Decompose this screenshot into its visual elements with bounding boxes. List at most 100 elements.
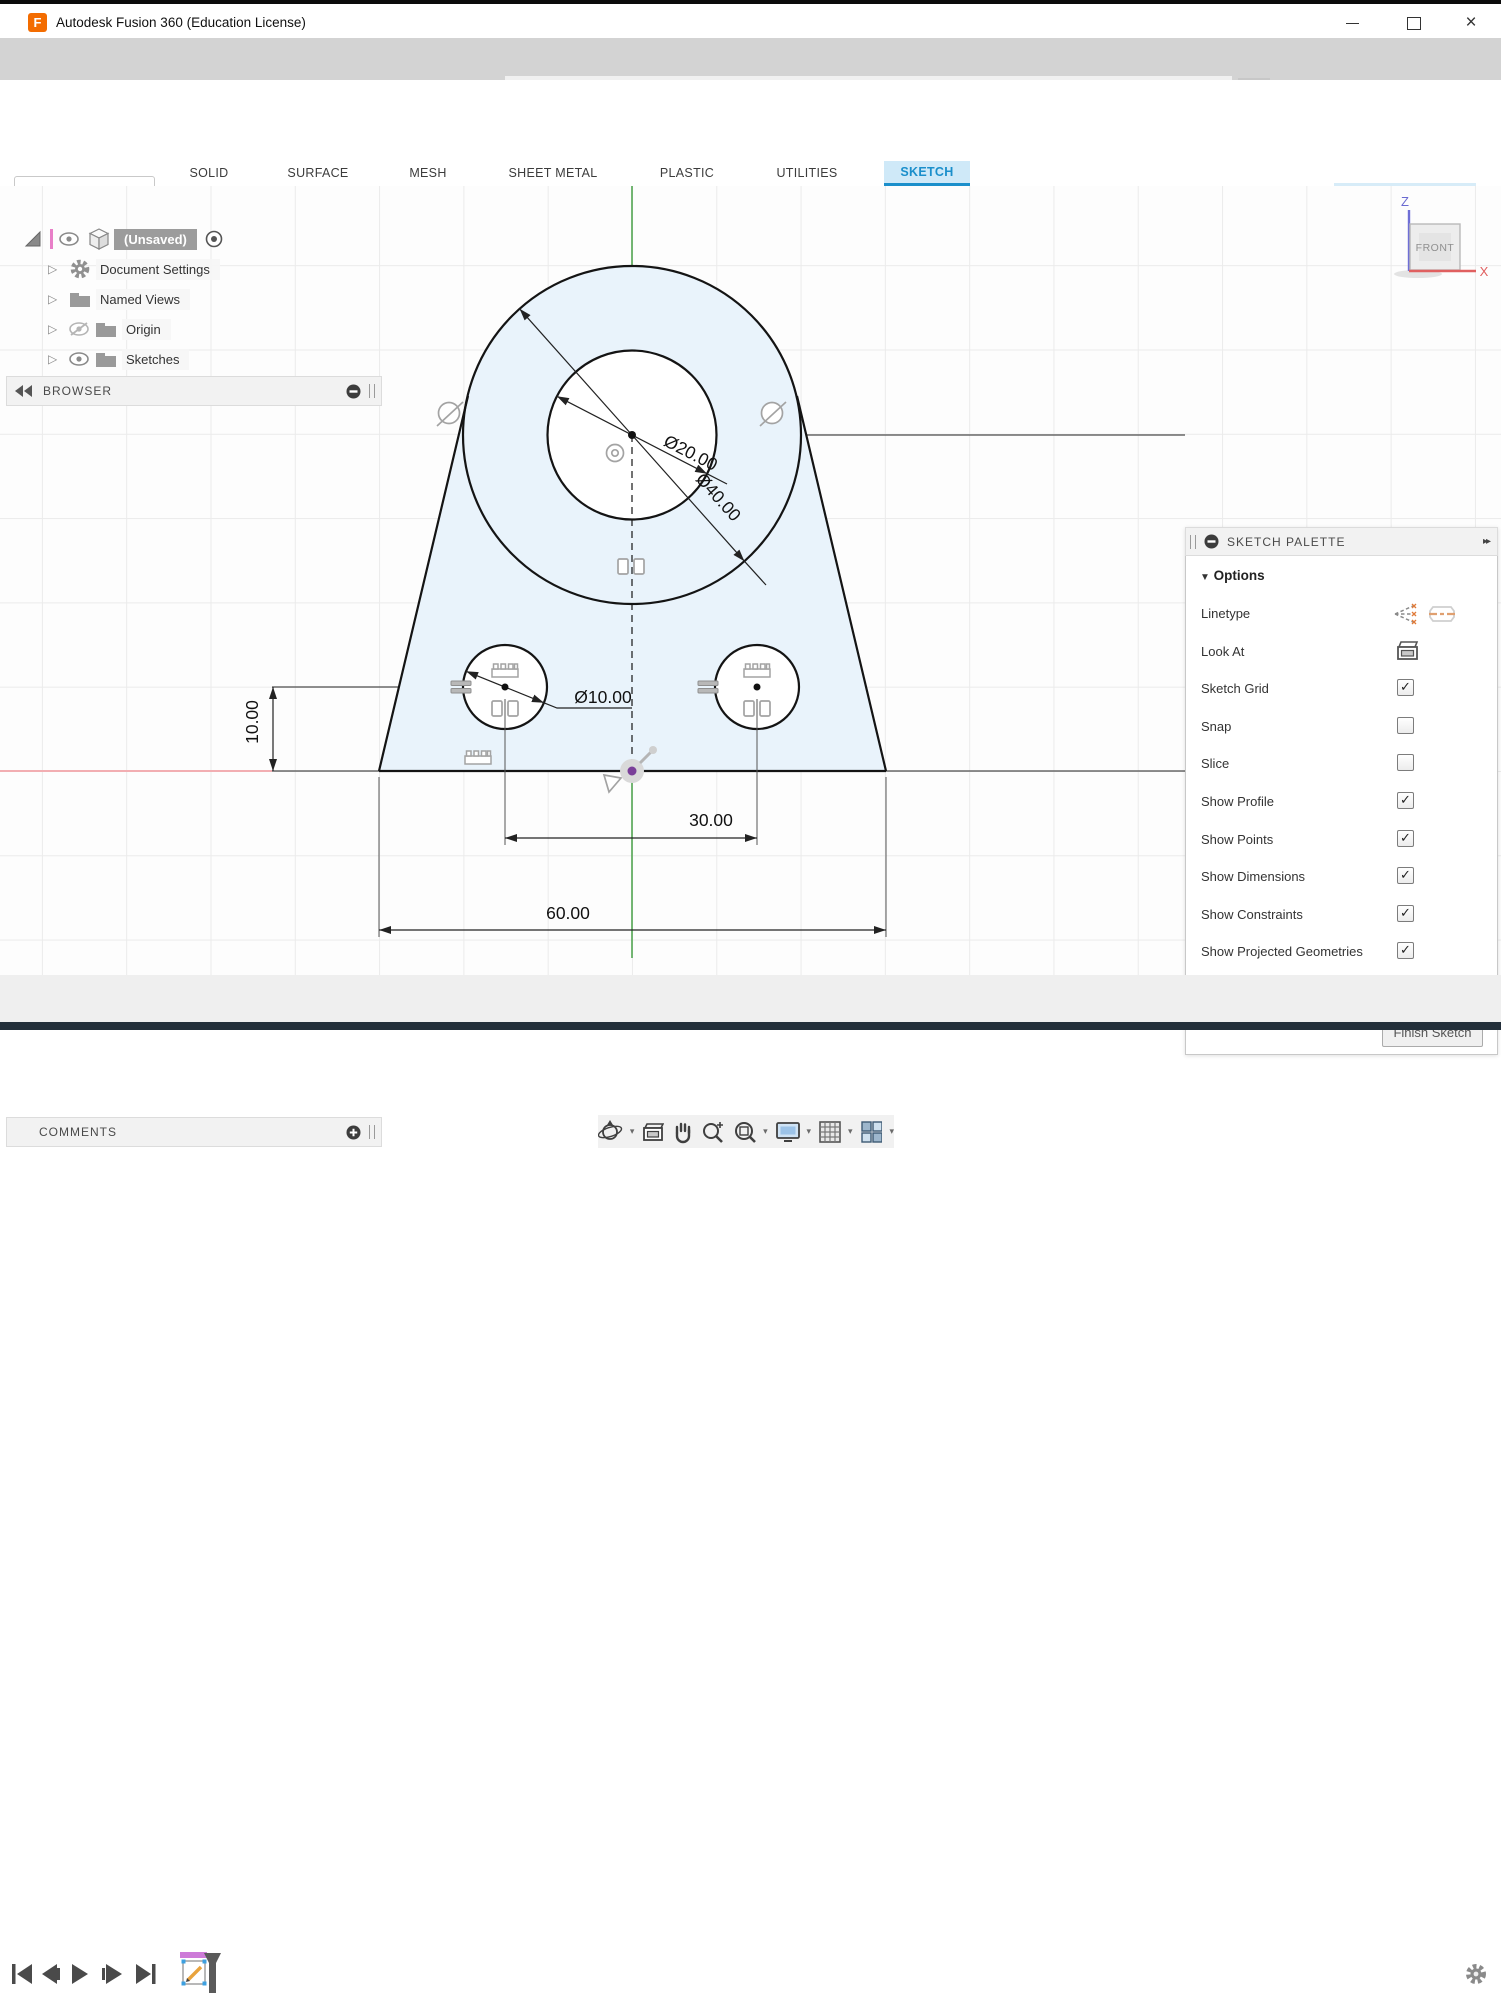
comments-drag-grip[interactable] bbox=[369, 1125, 375, 1139]
horizontal-glyph bbox=[492, 664, 518, 677]
window-title: Autodesk Fusion 360 (Education License) bbox=[56, 15, 306, 30]
options-section-header[interactable]: ▼ Options bbox=[1200, 568, 1265, 583]
viewports-dropdown[interactable]: ▾ bbox=[889, 1126, 894, 1137]
row-label: Linetype bbox=[1201, 606, 1250, 621]
tab-sheet-metal[interactable]: SHEET METAL bbox=[509, 166, 598, 180]
close-button[interactable]: × bbox=[1462, 14, 1480, 32]
fit-dropdown[interactable]: ▾ bbox=[763, 1126, 768, 1137]
look-at-icon[interactable] bbox=[641, 1121, 664, 1143]
gear-icon bbox=[70, 259, 90, 279]
ribbon-toolbar: SOLID SURFACE MESH SHEET METAL PLASTIC U… bbox=[0, 80, 1501, 187]
folder-icon bbox=[69, 290, 91, 308]
step-forward-icon[interactable] bbox=[102, 1964, 122, 1984]
tab-mesh[interactable]: MESH bbox=[409, 166, 446, 180]
viewcube-face-label[interactable]: FRONT bbox=[1416, 242, 1455, 254]
go-to-start-icon[interactable] bbox=[12, 1964, 32, 1984]
expand-arrow-icon[interactable]: ▷ bbox=[48, 352, 64, 366]
browser-item-label: Document Settings bbox=[96, 259, 220, 280]
slice-checkbox[interactable] bbox=[1397, 754, 1414, 771]
construction-linetype-icon[interactable] bbox=[1391, 602, 1419, 626]
palette-minimize-icon[interactable] bbox=[1204, 534, 1219, 549]
timeline-sketch-feature[interactable] bbox=[178, 1951, 224, 1997]
palette-expand-icon[interactable]: ▸▸ bbox=[1483, 536, 1489, 547]
browser-item-sketches[interactable]: ▷ Sketches bbox=[48, 347, 189, 371]
display-settings-icon[interactable] bbox=[775, 1120, 800, 1144]
view-cube[interactable]: Z FRONT X bbox=[1390, 192, 1500, 292]
minimize-button[interactable] bbox=[1344, 14, 1362, 32]
timeline-bar bbox=[0, 975, 1501, 1022]
expand-arrow-icon[interactable]: ▷ bbox=[48, 322, 64, 336]
tab-sketch-active[interactable]: SKETCH bbox=[884, 161, 970, 183]
horizontal-glyph bbox=[465, 751, 491, 764]
browser-drag-grip[interactable] bbox=[369, 384, 375, 398]
orbit-icon[interactable] bbox=[598, 1120, 623, 1144]
timeline-playhead[interactable] bbox=[204, 1953, 221, 1993]
dim-hole-spacing[interactable]: 30.00 bbox=[689, 810, 733, 830]
centerline-linetype-icon[interactable] bbox=[1427, 602, 1457, 626]
row-label: Sketch Grid bbox=[1201, 681, 1269, 696]
grid-and-snaps-dropdown[interactable]: ▾ bbox=[848, 1126, 853, 1137]
look-at-icon[interactable] bbox=[1394, 639, 1420, 663]
palette-drag-grip[interactable] bbox=[1190, 535, 1196, 549]
visibility-off-eye-icon[interactable] bbox=[68, 321, 90, 337]
display-settings-dropdown[interactable]: ▾ bbox=[807, 1126, 812, 1137]
snap-checkbox[interactable] bbox=[1397, 717, 1414, 734]
document-name-label[interactable]: (Unsaved) bbox=[114, 229, 197, 250]
row-label: Show Constraints bbox=[1201, 907, 1303, 922]
timeline-settings-gear-icon[interactable] bbox=[1465, 1963, 1487, 1985]
row-label: Show Profile bbox=[1201, 794, 1274, 809]
browser-item-document-settings[interactable]: ▷ Document Settings bbox=[48, 257, 220, 281]
tab-solid[interactable]: SOLID bbox=[189, 166, 228, 180]
show-dimensions-checkbox[interactable] bbox=[1397, 867, 1414, 884]
viewports-icon[interactable] bbox=[860, 1120, 883, 1144]
visibility-eye-icon[interactable] bbox=[68, 351, 90, 367]
browser-root-row[interactable]: (Unsaved) bbox=[24, 227, 223, 251]
browser-title: BROWSER bbox=[43, 384, 112, 398]
row-label: Snap bbox=[1201, 719, 1231, 734]
play-icon[interactable] bbox=[72, 1964, 88, 1984]
dim-base-width[interactable]: 60.00 bbox=[546, 903, 590, 923]
dim-hole-diameter[interactable]: Ø10.00 bbox=[574, 687, 632, 707]
midpoint-glyph bbox=[604, 775, 621, 792]
palette-row-show-projected: Show Projected Geometries bbox=[1186, 942, 1497, 964]
fit-icon[interactable] bbox=[733, 1120, 756, 1144]
browser-item-label: Named Views bbox=[96, 289, 190, 310]
expand-arrow-icon[interactable]: ▷ bbox=[48, 292, 64, 306]
zoom-icon[interactable] bbox=[701, 1120, 726, 1144]
browser-item-origin[interactable]: ▷ Origin bbox=[48, 317, 171, 341]
step-back-icon[interactable] bbox=[42, 1964, 60, 1984]
add-comment-icon[interactable] bbox=[346, 1125, 361, 1140]
comments-panel-header[interactable]: COMMENTS bbox=[6, 1117, 382, 1147]
palette-row-linetype: Linetype bbox=[1186, 604, 1497, 626]
palette-row-look-at: Look At bbox=[1186, 642, 1497, 664]
orbit-dropdown[interactable]: ▾ bbox=[630, 1126, 635, 1137]
browser-panel-header[interactable]: BROWSER bbox=[6, 376, 382, 406]
palette-row-snap: Snap bbox=[1186, 717, 1497, 739]
x-axis-label: X bbox=[1480, 264, 1489, 279]
browser-item-named-views[interactable]: ▷ Named Views bbox=[48, 287, 190, 311]
dim-hole-height[interactable]: 10.00 bbox=[242, 700, 262, 744]
active-component-bar bbox=[50, 229, 53, 249]
grid-and-snaps-icon[interactable] bbox=[818, 1120, 841, 1144]
browser-minimize-icon[interactable] bbox=[346, 384, 361, 399]
comments-title: COMMENTS bbox=[39, 1125, 117, 1139]
tab-plastic[interactable]: PLASTIC bbox=[660, 166, 714, 180]
show-profile-checkbox[interactable] bbox=[1397, 792, 1414, 809]
show-constraints-checkbox[interactable] bbox=[1397, 905, 1414, 922]
maximize-button[interactable] bbox=[1405, 14, 1423, 32]
tab-utilities[interactable]: UTILITIES bbox=[776, 166, 837, 180]
sketch-palette-header[interactable]: SKETCH PALETTE ▸▸ bbox=[1185, 527, 1498, 556]
collapse-browser-icon[interactable] bbox=[15, 385, 35, 397]
show-projected-geometries-checkbox[interactable] bbox=[1397, 942, 1414, 959]
browser-item-label: Origin bbox=[122, 319, 171, 340]
pan-hand-icon[interactable] bbox=[671, 1120, 694, 1144]
expanded-arrow-icon[interactable] bbox=[24, 230, 42, 248]
visibility-eye-icon[interactable] bbox=[58, 231, 80, 247]
expand-arrow-icon[interactable]: ▷ bbox=[48, 262, 64, 276]
go-to-end-icon[interactable] bbox=[136, 1964, 156, 1984]
show-points-checkbox[interactable] bbox=[1397, 830, 1414, 847]
activate-component-radio-icon[interactable] bbox=[205, 230, 223, 248]
tab-surface[interactable]: SURFACE bbox=[287, 166, 348, 180]
sketch-canvas-viewport[interactable]: Ø20.00 Ø40.00 Ø10.00 10.00 30.00 60.00 bbox=[0, 186, 1501, 975]
sketch-grid-checkbox[interactable] bbox=[1397, 679, 1414, 696]
